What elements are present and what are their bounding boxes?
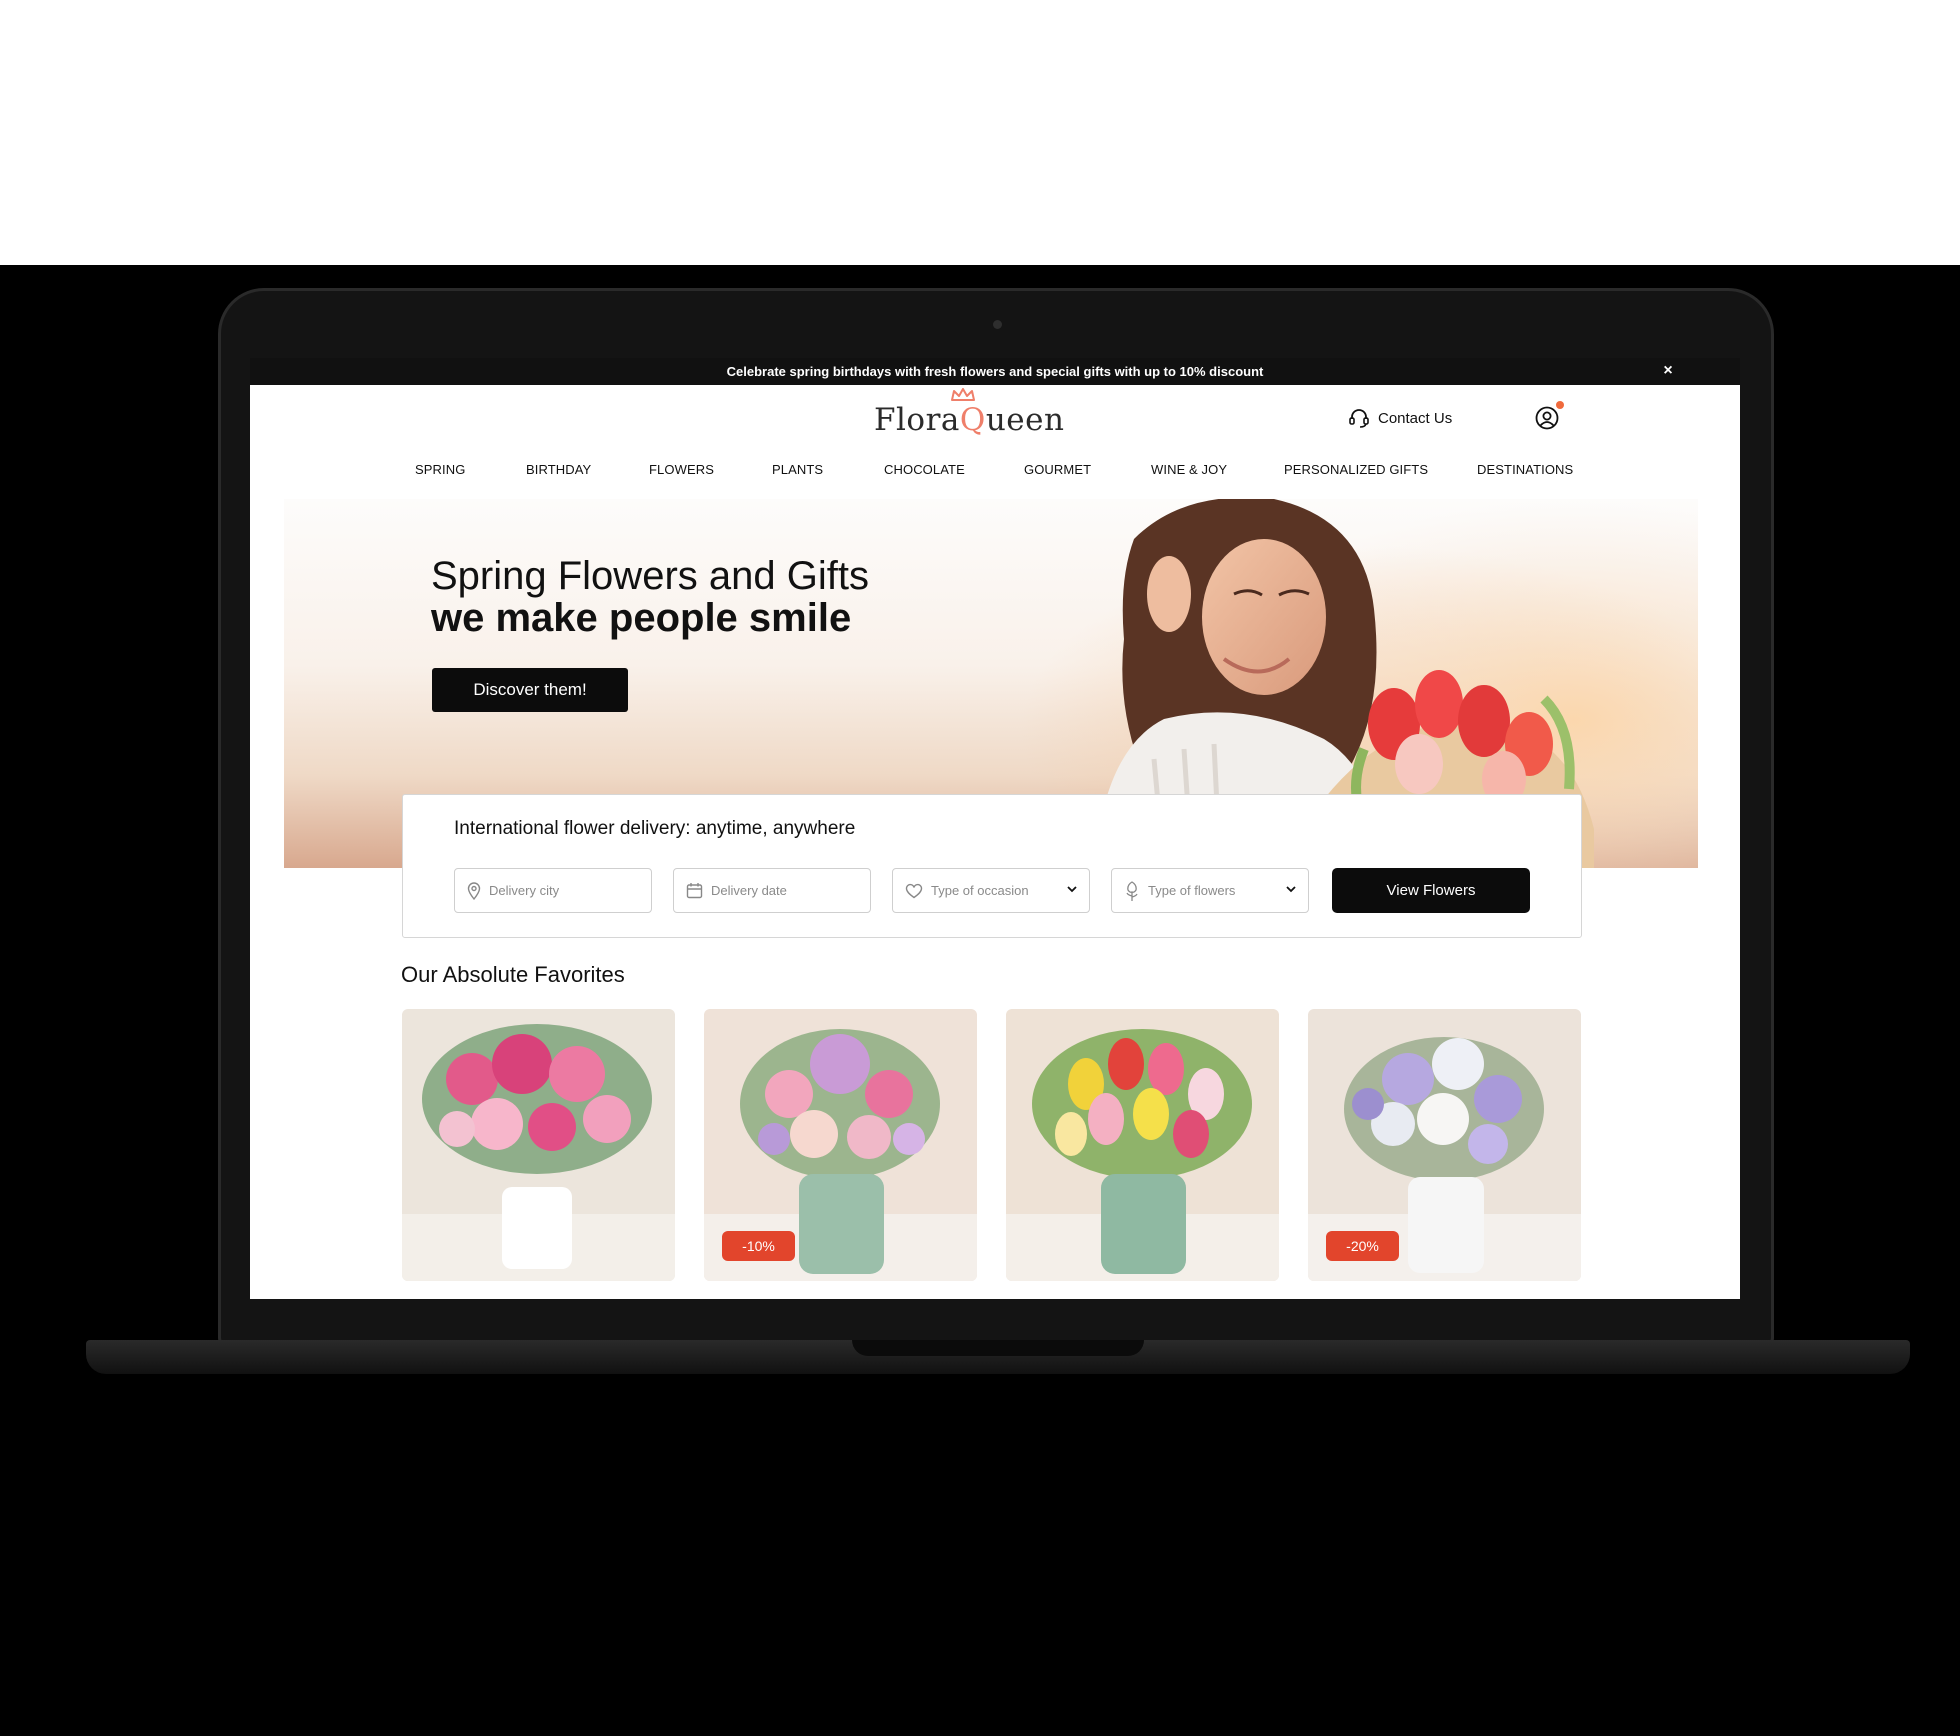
promo-text: Celebrate spring birthdays with fresh fl…: [726, 364, 1264, 379]
nav-item-wine-joy[interactable]: WINE & JOY: [1151, 462, 1227, 477]
notification-dot: [1556, 401, 1564, 409]
user-circle-icon: [1535, 406, 1559, 430]
hero-subtitle: we make people smile: [431, 596, 852, 640]
flower-icon: [1126, 880, 1138, 901]
calendar-icon: [686, 883, 703, 899]
headset-icon: [1349, 409, 1369, 428]
chevron-down-icon: [1067, 886, 1077, 893]
nav-item-destinations[interactable]: DESTINATIONS: [1477, 462, 1573, 477]
occasion-select[interactable]: Type of occasion: [892, 868, 1090, 913]
camera: [993, 320, 1002, 329]
chevron-down-icon: [1286, 886, 1296, 893]
product-card[interactable]: -20%: [1308, 1009, 1581, 1281]
nav-item-plants[interactable]: PLANTS: [772, 462, 823, 477]
logo-part: Flora: [874, 402, 960, 438]
nav-item-gourmet[interactable]: GOURMET: [1024, 462, 1091, 477]
delivery-date-field[interactable]: Delivery date: [673, 868, 871, 913]
favorites-title: Our Absolute Favorites: [401, 962, 625, 987]
account-button[interactable]: [1534, 401, 1564, 431]
nav-item-birthday[interactable]: BIRTHDAY: [526, 462, 591, 477]
logo-part: ueen: [985, 402, 1065, 438]
delivery-search-panel: International flower delivery: anytime, …: [402, 794, 1582, 938]
delivery-city-field[interactable]: Delivery city: [454, 868, 652, 913]
logo[interactable]: FloraQueen: [874, 402, 1064, 438]
logo-part: Q: [959, 402, 986, 438]
promo-bar: Celebrate spring birthdays with fresh fl…: [250, 358, 1740, 385]
product-image: [1006, 1009, 1279, 1281]
close-icon[interactable]: ×: [1660, 363, 1676, 379]
flower-type-select[interactable]: Type of flowers: [1111, 868, 1309, 913]
map-pin-icon: [467, 881, 481, 900]
discount-badge: -10%: [722, 1231, 795, 1261]
heart-icon: [905, 883, 923, 898]
product-image: [402, 1009, 675, 1281]
view-flowers-button[interactable]: View Flowers: [1332, 868, 1530, 913]
laptop-notch: [852, 1340, 1144, 1356]
product-card[interactable]: -10%: [704, 1009, 977, 1281]
discount-badge: -20%: [1326, 1231, 1399, 1261]
search-title: International flower delivery: anytime, …: [454, 818, 856, 839]
product-card[interactable]: [1006, 1009, 1279, 1281]
header: FloraQueen Contact Us: [250, 385, 1740, 447]
occasion-placeholder: Type of occasion: [931, 883, 1029, 898]
nav-item-chocolate[interactable]: CHOCOLATE: [884, 462, 965, 477]
contact-us-link[interactable]: Contact Us: [1348, 408, 1452, 428]
product-card[interactable]: [402, 1009, 675, 1281]
screen: Celebrate spring birthdays with fresh fl…: [250, 358, 1740, 1299]
nav-item-personalized-gifts[interactable]: PERSONALIZED GIFTS: [1284, 462, 1428, 477]
delivery-city-placeholder: Delivery city: [489, 883, 560, 898]
flower-type-placeholder: Type of flowers: [1148, 883, 1236, 898]
nav-item-spring[interactable]: SPRING: [415, 462, 465, 477]
contact-us-label: Contact Us: [1378, 409, 1453, 427]
main-nav: SPRING BIRTHDAY FLOWERS PLANTS CHOCOLATE…: [250, 458, 1740, 484]
crown-icon: [951, 388, 975, 401]
nav-item-flowers[interactable]: FLOWERS: [649, 462, 714, 477]
delivery-date-placeholder: Delivery date: [711, 883, 787, 898]
discover-button[interactable]: Discover them!: [432, 668, 628, 712]
hero-title: Spring Flowers and Gifts: [431, 554, 869, 598]
